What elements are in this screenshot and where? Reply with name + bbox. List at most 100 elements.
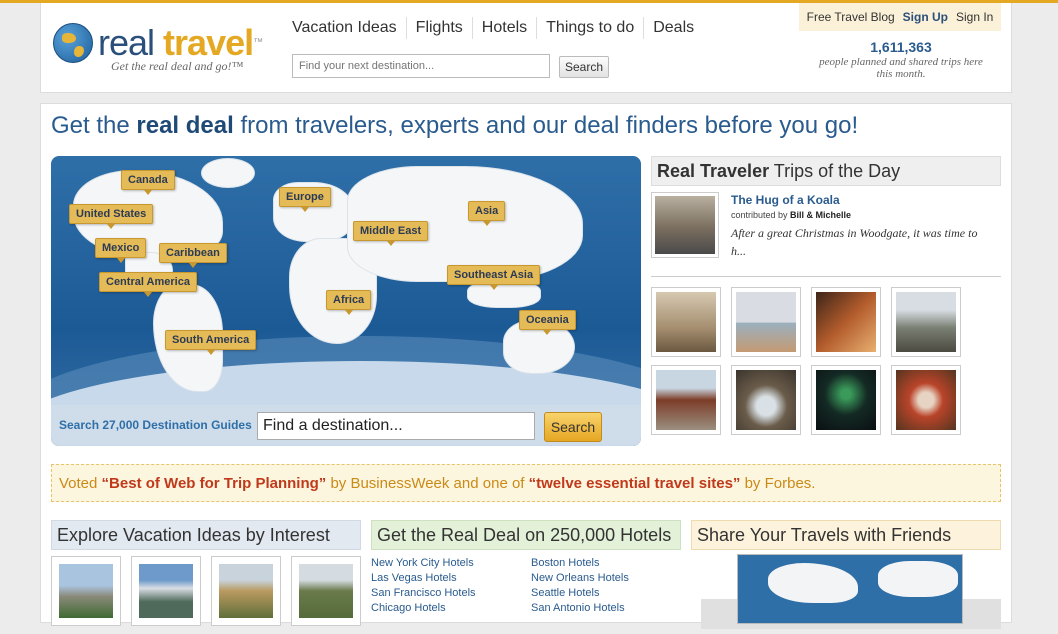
hotel-link-boston[interactable]: Boston Hotels: [531, 556, 681, 570]
trip-thumbnail[interactable]: [731, 365, 801, 435]
logo-travel: travel: [163, 22, 254, 63]
share-travels-widget: [701, 554, 1001, 634]
region-tag-oceania[interactable]: Oceania: [519, 310, 576, 335]
header-search-button[interactable]: Search: [559, 56, 609, 78]
region-tag-africa[interactable]: Africa: [326, 290, 372, 315]
trip-photo: [656, 292, 716, 352]
region-tag-asia[interactable]: Asia: [468, 201, 506, 226]
trip-thumbnail[interactable]: [731, 287, 801, 357]
headline-pre: Get the: [51, 112, 137, 139]
hotel-link-chicago[interactable]: Chicago Hotels: [371, 601, 531, 615]
press-text-3: by Forbes.: [740, 475, 816, 492]
interest-photo: [59, 564, 113, 618]
trip-thumbnail[interactable]: [811, 365, 881, 435]
nav-vacation-ideas[interactable]: Vacation Ideas: [283, 17, 407, 39]
hotel-link-new-orleans[interactable]: New Orleans Hotels: [531, 571, 681, 585]
share-heading[interactable]: Share Your Travels with Friends: [691, 520, 1001, 550]
region-tag-europe[interactable]: Europe: [279, 187, 331, 212]
region-tag-south-america[interactable]: South America: [165, 330, 257, 355]
main-content: Get the real deal from travelers, expert…: [40, 103, 1012, 629]
trip-photo: [656, 370, 716, 430]
hotel-link-seattle[interactable]: Seattle Hotels: [531, 586, 681, 600]
interest-thumbnail[interactable]: [291, 556, 361, 626]
interest-photo: [299, 564, 353, 618]
trip-thumbnail[interactable]: [651, 365, 721, 435]
press-text-1: Voted: [59, 475, 102, 492]
sign-in-link[interactable]: Sign In: [952, 10, 997, 24]
interest-photo: [219, 564, 273, 618]
nav-flights[interactable]: Flights: [407, 17, 473, 39]
trip-photo: [816, 292, 876, 352]
contributor-name[interactable]: Bill & Michelle: [790, 210, 851, 220]
trip-photo: [816, 370, 876, 430]
site-logo[interactable]: real travel™ Get the real deal and go!™: [53, 21, 283, 81]
featured-trip-byline: contributed by Bill & Michelle: [731, 210, 851, 220]
world-map[interactable]: Canada United States Mexico Caribbean Ce…: [51, 156, 641, 446]
interest-thumbnail[interactable]: [51, 556, 121, 626]
share-map-land: [768, 563, 858, 603]
region-tag-united-states[interactable]: United States: [69, 204, 154, 229]
trip-photo: [896, 292, 956, 352]
trip-photo-grid: [651, 287, 1001, 435]
stats-caption: people planned and shared trips here thi…: [819, 56, 983, 80]
region-tag-canada[interactable]: Canada: [121, 170, 175, 195]
interest-thumbnail[interactable]: [131, 556, 201, 626]
share-map-preview[interactable]: [737, 554, 963, 624]
featured-trip-title[interactable]: The Hug of a Koala: [731, 193, 840, 207]
site-header: real travel™ Get the real deal and go!™ …: [40, 3, 1012, 93]
land-greenland: [201, 158, 255, 188]
hotel-link-new-york[interactable]: New York City Hotels: [371, 556, 531, 570]
region-tag-caribbean[interactable]: Caribbean: [159, 243, 227, 268]
hotel-link-san-antonio[interactable]: San Antonio Hotels: [531, 601, 681, 615]
trips-heading-rest: Trips of the Day: [769, 161, 901, 181]
nav-things-to-do[interactable]: Things to do: [537, 17, 645, 39]
region-tag-southeast-asia[interactable]: Southeast Asia: [447, 265, 541, 290]
nav-hotels[interactable]: Hotels: [473, 17, 538, 39]
page-headline: Get the real deal from travelers, expert…: [51, 112, 858, 140]
stats-number: 1,611,363: [870, 39, 932, 55]
tagline: Get the real deal and go!™: [111, 59, 244, 73]
map-search-button[interactable]: Search: [544, 412, 602, 442]
account-links: Free Travel Blog Sign Up Sign In: [799, 3, 1001, 31]
interest-thumbnails: [51, 556, 361, 626]
trip-photo: [736, 370, 796, 430]
featured-trip: The Hug of a Koala contributed by Bill &…: [651, 192, 1001, 272]
trip-thumbnail[interactable]: [811, 287, 881, 357]
headline-post: from travelers, experts and our deal fin…: [233, 112, 859, 139]
free-travel-blog-link[interactable]: Free Travel Blog: [803, 10, 899, 24]
trip-thumbnail[interactable]: [651, 287, 721, 357]
trips-heading: Real Traveler Trips of the Day: [651, 156, 1001, 186]
hotel-links: New York City Hotels Boston Hotels Las V…: [371, 556, 681, 615]
destination-guide-search: Search 27,000 Destination Guides Search: [51, 405, 641, 445]
logo-trademark: ™: [253, 37, 263, 48]
interests-heading[interactable]: Explore Vacation Ideas by Interest: [51, 520, 361, 550]
globe-icon: [53, 23, 93, 63]
region-tag-central-america[interactable]: Central America: [99, 272, 197, 297]
logo-real: real: [98, 22, 155, 63]
nav-deals[interactable]: Deals: [644, 17, 703, 39]
hotel-link-las-vegas[interactable]: Las Vegas Hotels: [371, 571, 531, 585]
trip-photo: [736, 292, 796, 352]
header-search: Search: [292, 54, 609, 78]
hotels-heading[interactable]: Get the Real Deal on 250,000 Hotels: [371, 520, 681, 550]
region-tag-middle-east[interactable]: Middle East: [353, 221, 429, 246]
trip-thumbnail[interactable]: [891, 365, 961, 435]
destination-search-input[interactable]: [292, 54, 550, 78]
trips-heading-bold: Real Traveler: [657, 161, 770, 181]
hotel-link-san-francisco[interactable]: San Francisco Hotels: [371, 586, 531, 600]
interest-thumbnail[interactable]: [211, 556, 281, 626]
trip-thumbnail[interactable]: [891, 287, 961, 357]
featured-trip-photo[interactable]: [651, 192, 719, 258]
trips-divider: [651, 276, 1001, 277]
trips-of-the-day: Real Traveler Trips of the Day The Hug o…: [651, 156, 1001, 435]
stats-box: 1,611,363 people planned and shared trip…: [811, 39, 991, 80]
press-text-2: by BusinessWeek and one of: [326, 475, 529, 492]
headline-bold: real deal: [136, 112, 234, 139]
press-quote-businessweek: “Best of Web for Trip Planning”: [101, 475, 327, 492]
trip-photo: [896, 370, 956, 430]
share-map-land: [878, 561, 958, 597]
region-tag-mexico[interactable]: Mexico: [95, 238, 147, 263]
find-destination-input[interactable]: [257, 412, 535, 440]
sign-up-link[interactable]: Sign Up: [899, 10, 952, 24]
press-quote-banner: Voted “Best of Web for Trip Planning” by…: [51, 464, 1001, 502]
